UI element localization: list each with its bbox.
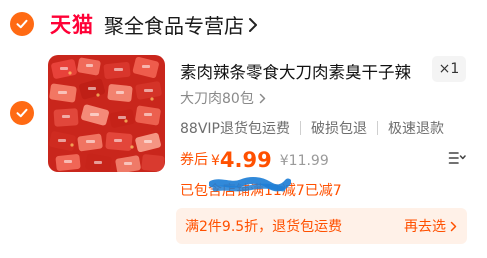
- shop-select-checkbox[interactable]: [10, 12, 34, 36]
- product-title[interactable]: 素肉辣条零食大刀肉素臭干子辣: [180, 59, 411, 83]
- sku-selector[interactable]: 大刀肉80包: [180, 88, 266, 108]
- chevron-right-icon[interactable]: [248, 17, 258, 33]
- quantity-badge[interactable]: ×1: [432, 56, 466, 82]
- check-icon: [16, 108, 28, 118]
- shop-header[interactable]: 天猫 聚全食品专营店: [50, 8, 258, 40]
- continue-shopping-label: 再去选: [404, 219, 446, 235]
- price-value: 4.99: [219, 148, 272, 172]
- service-tag: 破损包退: [310, 121, 367, 137]
- chevron-right-icon: [259, 93, 266, 103]
- original-price: ¥11.99: [279, 153, 329, 169]
- sku-label: 大刀肉80包: [180, 91, 254, 107]
- promo-banner[interactable]: 满2件9.5折，退货包运费 再去选: [176, 208, 467, 244]
- price-detail-icon[interactable]: [448, 150, 466, 166]
- divider: [299, 121, 301, 135]
- item-select-checkbox[interactable]: [10, 101, 34, 125]
- shop-name[interactable]: 聚全食品专营店: [104, 10, 244, 39]
- blue-scribble-mark: [209, 177, 291, 192]
- service-tag: 极速退款: [387, 121, 444, 137]
- chevron-right-icon: [450, 221, 457, 231]
- continue-shopping-button[interactable]: 再去选: [404, 208, 457, 244]
- currency-symbol: ¥: [211, 153, 220, 169]
- product-photo: [48, 55, 165, 172]
- service-tag: 88VIP退货包运费: [180, 121, 290, 137]
- service-tags: 88VIP退货包运费 破损包退 极速退款: [180, 118, 444, 138]
- cart-shop-card: 天猫 聚全食品专营店 素肉辣条零食大刀肉素臭干子辣 ×1 大刀肉80包 88VI…: [0, 0, 487, 258]
- divider: [376, 121, 378, 135]
- product-image[interactable]: [48, 55, 165, 172]
- check-icon: [16, 19, 28, 29]
- tmall-logo: 天猫: [50, 13, 94, 37]
- price-label: 券后: [180, 152, 208, 168]
- promo-text: 满2件9.5折，退货包运费: [185, 219, 343, 235]
- price-row: 券后 ¥ 4.99 ¥11.99: [180, 146, 329, 172]
